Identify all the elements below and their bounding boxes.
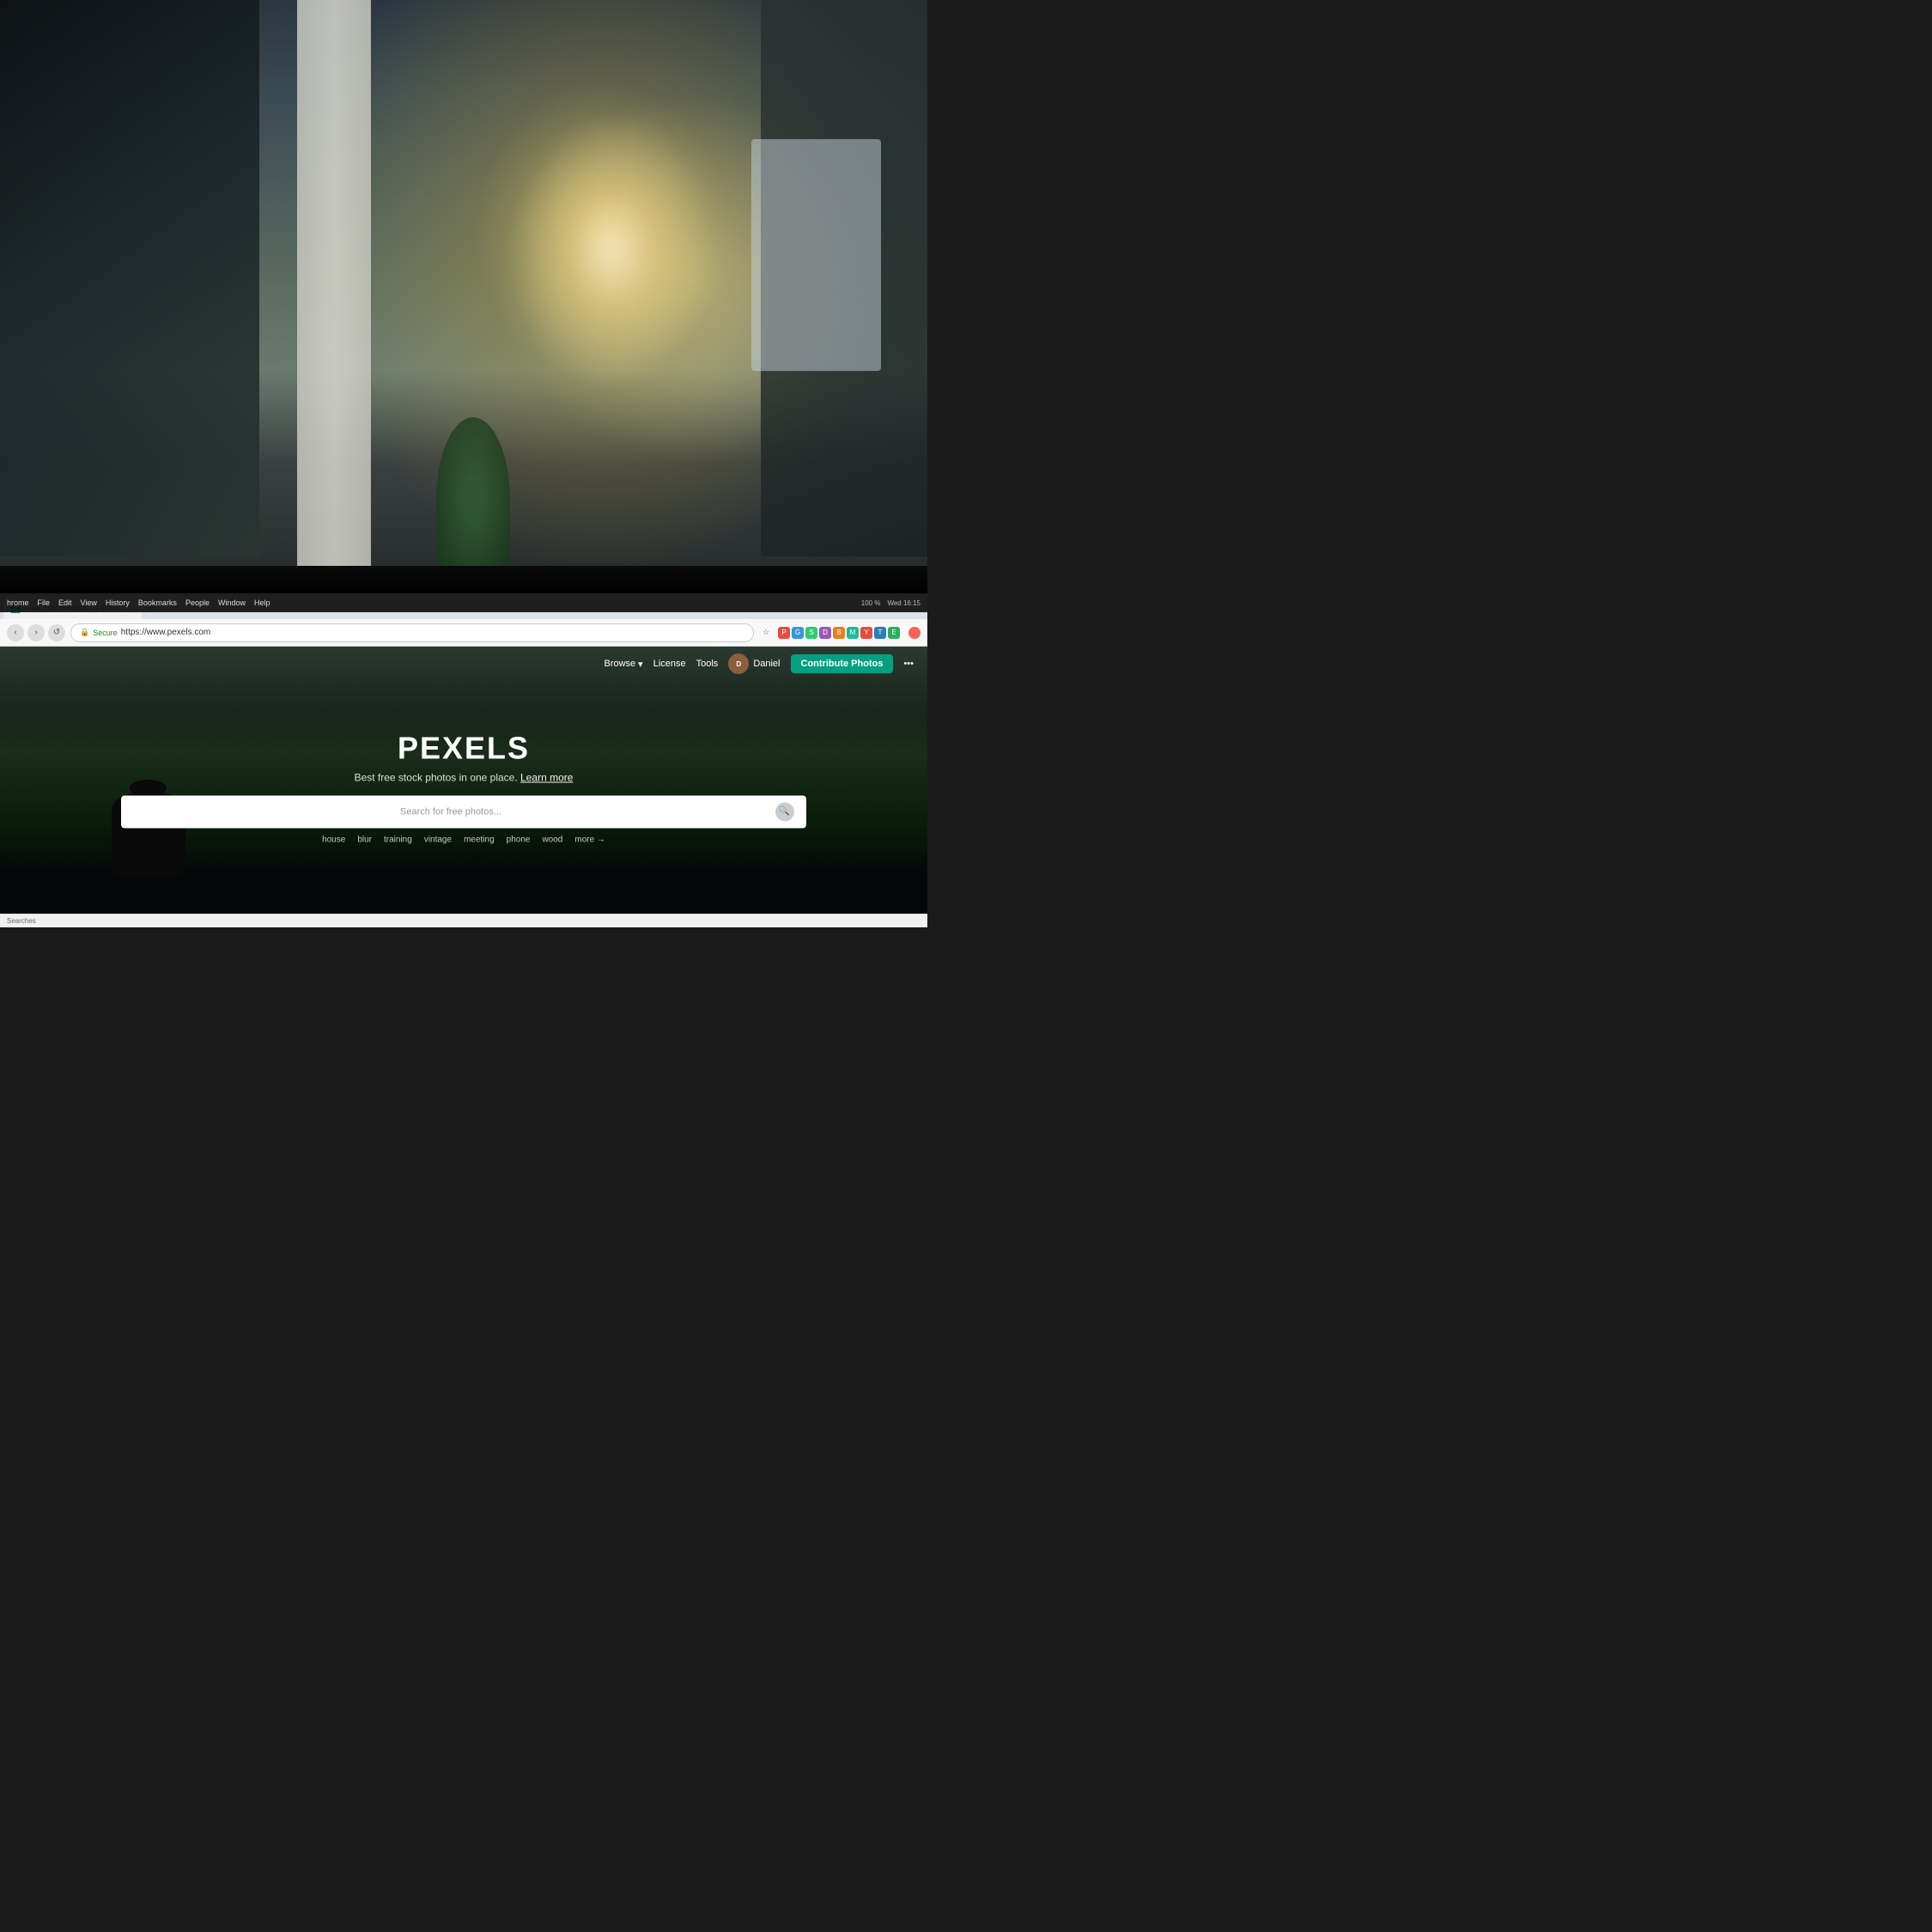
menu-view[interactable]: View [81, 598, 97, 607]
monitor-bezel [0, 566, 927, 593]
magnifier-icon: 🔍 [779, 807, 789, 817]
window-right [751, 139, 881, 371]
ext-icon-2[interactable]: G [792, 627, 804, 639]
search-tags: house blur training vintage meeting phon… [46, 835, 881, 844]
user-name[interactable]: Daniel [753, 659, 780, 669]
pexels-nav: Browse ▾ License Tools D Daniel Contribu… [0, 647, 927, 681]
tag-wood[interactable]: wood [542, 835, 562, 844]
user-section: D Daniel [728, 653, 780, 674]
pexels-tagline: Best free stock photos in one place. Lea… [46, 771, 881, 783]
menu-history[interactable]: History [106, 598, 130, 607]
menu-people[interactable]: People [185, 598, 210, 607]
ext-icon-3[interactable]: S [805, 627, 817, 639]
ext-icon-4[interactable]: D [819, 627, 831, 639]
menubar-left: hrome File Edit View History Bookmarks P… [7, 598, 270, 607]
address-bar: ‹ › ↺ 🔒 Secure https://www.pexels.com ☆ … [0, 619, 927, 647]
menubar-right: 100 % Wed 16:15 [861, 599, 920, 607]
pexels-logo: PEXELS [46, 730, 881, 766]
status-text: Searches [7, 917, 36, 925]
url-actions: ☆ [759, 626, 773, 640]
search-placeholder: Search for free photos... [133, 806, 768, 817]
user-avatar[interactable]: D [728, 653, 749, 674]
browse-label: Browse [604, 659, 635, 669]
system-menubar: hrome File Edit View History Bookmarks P… [0, 593, 927, 612]
pexels-hero-section: PEXELS Best free stock photos in one pla… [46, 730, 881, 844]
tools-link[interactable]: Tools [696, 659, 719, 669]
bookmark-star-icon[interactable]: ☆ [759, 626, 773, 640]
browse-arrow-icon: ▾ [638, 659, 643, 670]
contribute-photos-button[interactable]: Contribute Photos [791, 654, 894, 673]
tag-more[interactable]: more → [574, 835, 605, 844]
tag-vintage[interactable]: vintage [424, 835, 452, 844]
url-display: https://www.pexels.com [121, 628, 210, 637]
office-column [297, 0, 371, 575]
window-light-glow [510, 112, 714, 390]
url-secure-label: Secure [93, 629, 118, 637]
learn-more-link[interactable]: Learn more [520, 771, 573, 783]
license-link[interactable]: License [653, 659, 686, 669]
forward-button[interactable]: › [27, 624, 45, 641]
ext-icon-5[interactable]: B [833, 627, 845, 639]
menu-edit[interactable]: Edit [58, 598, 72, 607]
tag-house[interactable]: house [322, 835, 345, 844]
ext-icon-7[interactable]: Y [860, 627, 872, 639]
back-button[interactable]: ‹ [7, 624, 24, 641]
battery-status: 100 % [861, 599, 881, 607]
avatar-initial: D [736, 660, 741, 668]
more-options-icon[interactable]: ••• [903, 659, 914, 669]
browser-window: P Free Stock Photos · Pexels × + ‹ › ↺ 🔒… [0, 593, 927, 927]
url-bar[interactable]: 🔒 Secure https://www.pexels.com [70, 623, 754, 642]
extension-icons: P G S D B M Y T E [778, 627, 900, 639]
ext-icon-8[interactable]: T [874, 627, 886, 639]
office-plant [436, 417, 510, 584]
secure-icon: 🔒 [80, 628, 89, 637]
office-left [0, 0, 259, 556]
tag-training[interactable]: training [384, 835, 412, 844]
menu-window[interactable]: Window [218, 598, 246, 607]
menu-help[interactable]: Help [254, 598, 270, 607]
clock: Wed 16:15 [887, 599, 920, 607]
menu-bookmarks[interactable]: Bookmarks [138, 598, 177, 607]
refresh-button[interactable]: ↺ [48, 624, 65, 641]
tag-phone[interactable]: phone [507, 835, 531, 844]
ext-icon-1[interactable]: P [778, 627, 790, 639]
menu-file[interactable]: File [38, 598, 51, 607]
ext-icon-9[interactable]: E [888, 627, 900, 639]
window-close-button[interactable] [908, 627, 920, 639]
tag-meeting[interactable]: meeting [464, 835, 495, 844]
search-bar[interactable]: Search for free photos... 🔍 [121, 795, 805, 828]
tag-blur[interactable]: blur [357, 835, 372, 844]
pexels-website: Browse ▾ License Tools D Daniel Contribu… [0, 647, 927, 927]
ext-icon-6[interactable]: M [847, 627, 859, 639]
app-name[interactable]: hrome [7, 598, 29, 607]
nav-buttons: ‹ › ↺ [7, 624, 65, 641]
tagline-text: Best free stock photos in one place. [355, 771, 518, 783]
browse-button[interactable]: Browse ▾ [604, 659, 642, 670]
search-submit-icon[interactable]: 🔍 [775, 802, 794, 821]
status-bar: Searches [0, 914, 927, 927]
